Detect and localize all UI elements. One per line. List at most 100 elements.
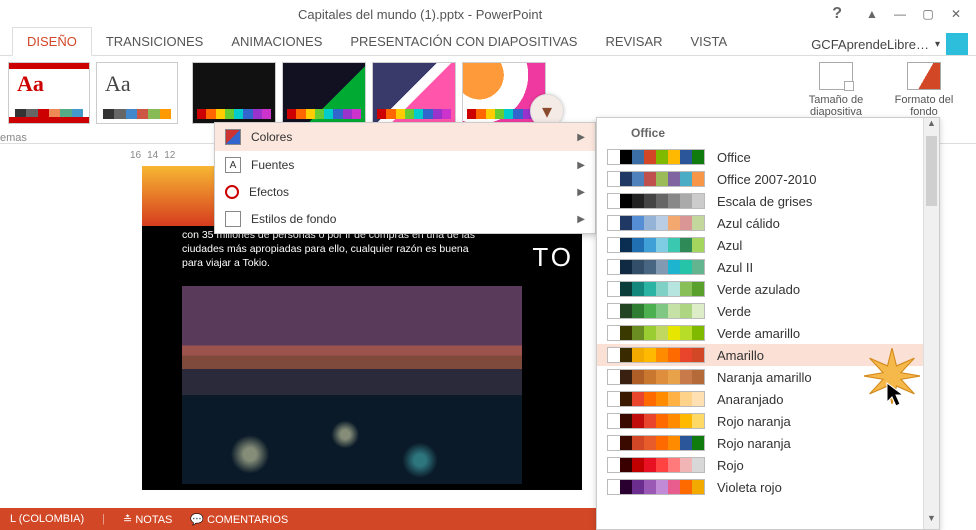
color-scheme-label: Violeta rojo [717,480,782,495]
color-scheme-label: Rojo naranja [717,436,791,451]
slide-title-cropped: TO [532,242,574,273]
minimize-icon[interactable]: — [888,4,912,24]
slide-photo [182,286,522,484]
color-scheme-row[interactable]: Verde [597,300,923,322]
color-scheme-row[interactable]: Rojo [597,454,923,476]
color-scheme-row[interactable]: Rojo naranja [597,410,923,432]
slide-size-icon [819,62,853,90]
color-scheme-label: Azul [717,238,742,253]
color-swatch [607,303,705,319]
color-scheme-row[interactable]: Verde amarillo [597,322,923,344]
scroll-down-icon[interactable]: ▼ [924,513,939,529]
color-swatch [607,391,705,407]
ruler-tick: 12 [164,150,175,161]
variant-thumb[interactable] [372,62,456,124]
tab-animations[interactable]: ANIMACIONES [217,28,336,55]
color-swatch [607,149,705,165]
color-scheme-label: Anaranjado [717,392,784,407]
chevron-right-icon: ▶ [577,160,585,171]
status-locale: L (COLOMBIA) [10,513,84,525]
color-scheme-label: Office [717,150,751,165]
bg-styles-icon [225,211,241,227]
color-swatch [607,259,705,275]
menu-fonts[interactable]: A Fuentes ▶ [215,151,595,179]
color-scheme-label: Verde [717,304,751,319]
color-scheme-label: Verde amarillo [717,326,800,341]
tab-slideshow[interactable]: PRESENTACIÓN CON DIAPOSITIVAS [336,28,591,55]
status-comments[interactable]: 💬 COMENTARIOS [190,513,288,526]
menu-effects-label: Efectos [249,185,289,199]
color-swatch [607,457,705,473]
account-name: GCFAprendeLibre… [811,37,929,52]
variant-thumb[interactable] [282,62,366,124]
color-scheme-label: Office 2007-2010 [717,172,817,187]
fonts-icon: A [225,157,241,173]
color-scheme-row[interactable]: Azul II [597,256,923,278]
scrollbar[interactable]: ▲ ▼ [923,118,939,529]
color-scheme-label: Azul II [717,260,753,275]
status-bar: L (COLOMBIA) | ≛ NOTAS 💬 COMENTARIOS [0,508,596,530]
menu-effects[interactable]: Efectos ▶ [215,179,595,205]
color-swatch [607,435,705,451]
slide-size-group: Tamaño de diapositiva Formato del fondo [800,62,968,118]
ruler-tick: 16 [130,150,141,161]
color-scheme-row[interactable]: Office [597,146,923,168]
chevron-right-icon: ▶ [577,187,585,198]
color-scheme-row[interactable]: Rojo naranja [597,432,923,454]
color-swatch [607,193,705,209]
themes-gallery[interactable]: Aa Aa [8,62,178,124]
scroll-thumb[interactable] [926,136,937,206]
help-icon[interactable]: ? [832,5,842,23]
color-swatch [607,369,705,385]
color-scheme-label: Verde azulado [717,282,800,297]
restore-icon[interactable]: ▢ [916,4,940,24]
account-menu[interactable]: GCFAprendeLibre… ▾ [811,33,976,55]
color-scheme-label: Amarillo [717,348,764,363]
window-title: Capitales del mundo (1).pptx - PowerPoin… [8,7,832,22]
color-scheme-row[interactable]: Office 2007-2010 [597,168,923,190]
theme-thumb[interactable]: Aa [96,62,178,124]
menu-bg-styles[interactable]: Estilos de fondo ▶ [215,205,595,233]
tab-design[interactable]: DISEÑO [12,27,92,56]
color-schemes-header: Office [597,122,923,146]
menu-fonts-label: Fuentes [251,158,294,172]
status-notes[interactable]: ≛ NOTAS [123,513,172,526]
format-background-button[interactable]: Formato del fondo [888,62,960,118]
cursor-icon [886,382,906,411]
tab-transitions[interactable]: TRANSICIONES [92,28,218,55]
avatar [946,33,968,55]
color-swatch [607,347,705,363]
color-swatch [607,325,705,341]
chevron-right-icon: ▶ [577,214,585,225]
color-scheme-row[interactable]: Escala de grises [597,190,923,212]
title-bar: Capitales del mundo (1).pptx - PowerPoin… [0,0,976,28]
color-scheme-row[interactable]: Azul [597,234,923,256]
colors-icon [225,129,241,145]
ribbon-collapse-icon[interactable]: ▲ [860,4,884,24]
chevron-right-icon: ▶ [577,132,585,143]
color-swatch [607,413,705,429]
tab-review[interactable]: REVISAR [591,28,676,55]
ruler: 16 14 12 [130,150,175,161]
close-icon[interactable]: ✕ [944,4,968,24]
color-swatch [607,237,705,253]
color-scheme-row[interactable]: Verde azulado [597,278,923,300]
format-bg-icon [907,62,941,90]
variants-dropdown: Colores ▶ A Fuentes ▶ Efectos ▶ Estilos … [214,122,596,234]
color-scheme-row[interactable]: Azul cálido [597,212,923,234]
variant-thumb[interactable] [192,62,276,124]
slide-body-text: con 35 millones de personas o por ir de … [182,228,492,271]
menu-colors[interactable]: Colores ▶ [215,123,595,151]
color-scheme-label: Rojo naranja [717,414,791,429]
variants-gallery[interactable]: ▾ [192,62,546,124]
ribbon-tabs: DISEÑO TRANSICIONES ANIMACIONES PRESENTA… [0,28,976,56]
scroll-up-icon[interactable]: ▲ [924,118,939,134]
color-scheme-label: Azul cálido [717,216,780,231]
slide-size-button[interactable]: Tamaño de diapositiva [800,62,872,118]
theme-thumb[interactable]: Aa [8,62,90,124]
menu-bg-styles-label: Estilos de fondo [251,212,336,226]
color-swatch [607,215,705,231]
color-schemes-panel: Office Office Office 2007-2010 Escala de g… [596,117,940,530]
color-scheme-row[interactable]: Violeta rojo [597,476,923,498]
tab-view[interactable]: VISTA [677,28,742,55]
